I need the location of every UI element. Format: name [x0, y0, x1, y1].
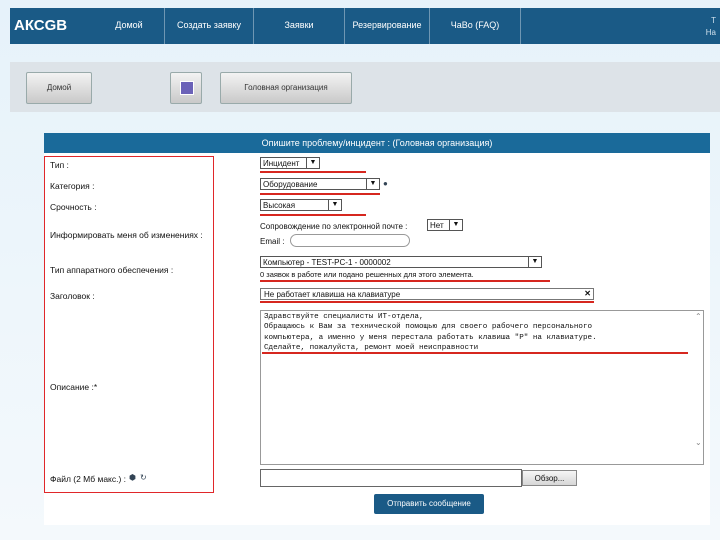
- file-path-input[interactable]: [260, 469, 522, 487]
- hardware-type-label: Тип аппаратного обеспечения :: [50, 265, 174, 275]
- type-label: Тип :: [50, 160, 69, 170]
- urgency-select-value: Высокая: [263, 201, 296, 210]
- chevron-down-icon: ▼: [328, 200, 341, 210]
- title-label: Заголовок :: [50, 291, 95, 301]
- switch-entity-button[interactable]: [170, 72, 202, 104]
- inform-label: Информировать меня об изменениях :: [50, 230, 203, 240]
- hardware-select[interactable]: Компьютер - TEST-PC-1 - 0000002 ▼: [260, 256, 542, 268]
- nav-tickets[interactable]: Заявки: [254, 8, 345, 44]
- top-navigation: АКСGB Домой Создать заявку Заявки Резерв…: [10, 8, 720, 44]
- form-header: Опишите проблему/инцидент : (Головная ор…: [44, 133, 710, 153]
- type-underline: [260, 171, 366, 173]
- category-label: Категория :: [50, 181, 95, 191]
- title-underline: [260, 301, 594, 303]
- type-select[interactable]: Инцидент ▼: [260, 157, 320, 169]
- email-label: Email :: [260, 237, 285, 246]
- email-follow-select[interactable]: Нет ▼: [427, 219, 463, 231]
- description-textarea[interactable]: Здравствуйте специалисты ИТ-отдела, Обра…: [260, 310, 704, 465]
- title-input-value: Не работает клавиша на клавиатуре: [264, 290, 401, 299]
- entity-icon: [180, 81, 194, 95]
- nav-reservation[interactable]: Резервирование: [345, 8, 430, 44]
- info-icon[interactable]: ●: [383, 179, 388, 188]
- close-icon[interactable]: ✕: [584, 288, 591, 300]
- browse-button[interactable]: Обзор...: [522, 470, 577, 486]
- attach-icon[interactable]: ⬢: [129, 473, 136, 482]
- scroll-up-icon[interactable]: ⌃: [695, 312, 718, 321]
- home-button[interactable]: Домой: [26, 72, 92, 104]
- organization-button[interactable]: Головная организация: [220, 72, 352, 104]
- urgency-label: Срочность :: [50, 202, 97, 212]
- scroll-down-icon[interactable]: ⌄: [695, 438, 718, 447]
- description-underline: [262, 352, 688, 354]
- category-select[interactable]: Оборудование ▼: [260, 178, 380, 190]
- urgency-underline: [260, 214, 366, 216]
- chevron-down-icon: ▼: [366, 179, 379, 189]
- chevron-down-icon: ▼: [528, 257, 541, 267]
- app-logo[interactable]: АКСGB: [14, 17, 67, 34]
- nav-home[interactable]: Домой: [94, 8, 165, 44]
- chevron-down-icon: ▼: [449, 220, 462, 230]
- nav-faq[interactable]: ЧаВо (FAQ): [430, 8, 521, 44]
- submit-button[interactable]: Отправить сообщение: [374, 494, 484, 514]
- refresh-icon[interactable]: ↻: [140, 473, 147, 482]
- title-input[interactable]: Не работает клавиша на клавиатуре ✕: [260, 288, 594, 300]
- nav-create-ticket[interactable]: Создать заявку: [165, 8, 254, 44]
- nav-right-info: Т На: [706, 15, 716, 39]
- secondary-toolbar: Домой Головная организация: [10, 62, 720, 112]
- hardware-underline: [260, 280, 550, 282]
- email-follow-label: Сопровождение по электронной почте :: [260, 222, 408, 231]
- hardware-select-value: Компьютер - TEST-PC-1 - 0000002: [263, 258, 391, 267]
- category-underline: [260, 193, 380, 195]
- chevron-down-icon: ▼: [306, 158, 319, 168]
- file-label: Файл (2 Мб макс.) :: [50, 474, 127, 484]
- nav-right-line1: Т: [711, 16, 716, 25]
- category-select-value: Оборудование: [263, 180, 318, 189]
- email-input[interactable]: [290, 234, 410, 247]
- type-select-value: Инцидент: [263, 159, 300, 168]
- email-follow-value: Нет: [430, 221, 444, 230]
- nav-right-line2[interactable]: На: [706, 27, 716, 39]
- urgency-select[interactable]: Высокая ▼: [260, 199, 342, 211]
- hardware-note: 0 заявок в работе или подано решенных дл…: [260, 270, 474, 279]
- description-label: Описание :*: [50, 382, 98, 392]
